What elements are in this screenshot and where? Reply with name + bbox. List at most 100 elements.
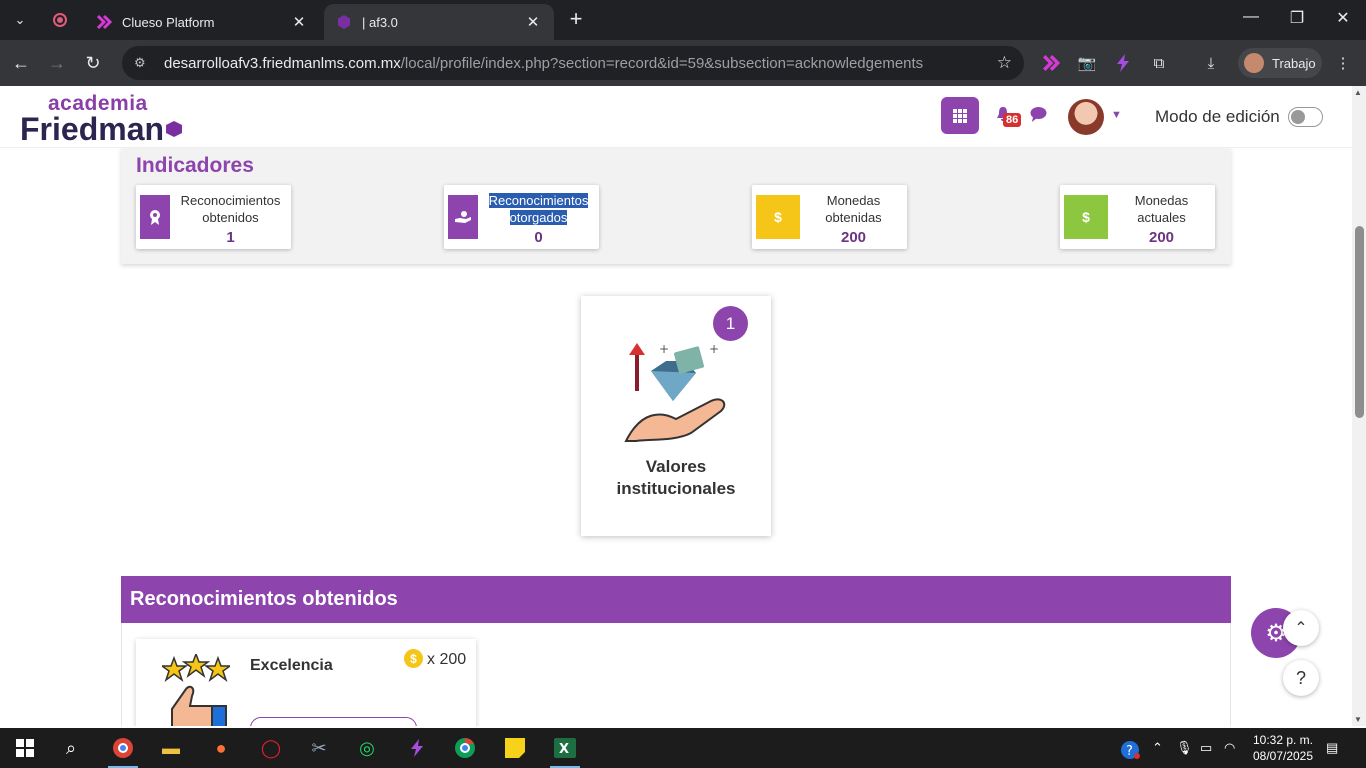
address-bar[interactable]: ⚙ desarrolloafv3.friedmanlms.com.mx/loca… bbox=[122, 46, 1024, 80]
svg-text:+: + bbox=[709, 342, 719, 356]
indicators-panel: Indicadores Reconocimientos obtenidos 1 … bbox=[121, 148, 1231, 264]
indicator-value: 200 bbox=[1148, 229, 1175, 246]
logo-hexagon-icon bbox=[166, 121, 183, 137]
recording-icon[interactable] bbox=[48, 8, 72, 32]
new-tab-icon[interactable]: + bbox=[562, 6, 590, 32]
notification-center-icon[interactable]: ▤ bbox=[1326, 740, 1338, 756]
camera-extension-icon[interactable]: 📷 bbox=[1076, 52, 1098, 74]
hand-giving-icon bbox=[448, 195, 478, 239]
chrome-icon[interactable] bbox=[450, 734, 480, 762]
help-button[interactable]: ? bbox=[1283, 660, 1319, 696]
chrome-profile-app-icon[interactable] bbox=[108, 734, 138, 768]
tab-clueso-platform[interactable]: Clueso Platform ✕ bbox=[84, 4, 320, 40]
bolt-app-icon[interactable] bbox=[402, 734, 432, 762]
profile-button[interactable]: Trabajo bbox=[1238, 48, 1322, 78]
acknowledgement-action-button[interactable] bbox=[250, 717, 417, 726]
file-explorer-icon[interactable]: ▬ bbox=[156, 734, 186, 762]
opera-icon[interactable]: ◯ bbox=[256, 734, 286, 762]
scroll-to-top-button[interactable]: ⌃ bbox=[1283, 610, 1319, 646]
scrollbar-thumb[interactable] bbox=[1355, 226, 1364, 418]
battery-icon[interactable]: ▭ bbox=[1200, 740, 1212, 756]
stars-thumbs-up-icon bbox=[162, 654, 230, 726]
indicator-card-received: Reconocimientos obtenidos 1 bbox=[136, 185, 291, 249]
close-window-icon[interactable]: ✕ bbox=[1320, 8, 1366, 28]
user-menu-chevron-icon[interactable]: ▼ bbox=[1111, 109, 1122, 121]
close-tab-icon[interactable]: ✕ bbox=[290, 13, 308, 31]
clueso-extension-icon[interactable] bbox=[1040, 52, 1062, 74]
dollar-icon: $ bbox=[1064, 195, 1108, 239]
reload-icon[interactable]: ↻ bbox=[80, 50, 106, 76]
user-avatar[interactable] bbox=[1068, 99, 1104, 135]
url-host: desarrolloafv3.friedmanlms.com.mx bbox=[164, 54, 401, 72]
search-icon[interactable]: ⌕ bbox=[56, 734, 86, 762]
notifications-count-badge: 86 bbox=[1003, 113, 1022, 127]
indicator-value: 0 bbox=[534, 229, 543, 246]
acknowledgement-name: Excelencia bbox=[250, 657, 333, 674]
indicator-label: Monedas actuales bbox=[1134, 193, 1189, 225]
clock-date: 08/07/2025 bbox=[1252, 749, 1314, 763]
received-section-title: Reconocimientos obtenidos bbox=[130, 588, 398, 610]
scroll-down-arrow-icon[interactable]: ▼ bbox=[1354, 715, 1362, 724]
site-header: academia Friedman 86 ▼ Modo de edición bbox=[0, 86, 1352, 148]
wifi-icon[interactable]: ◠ bbox=[1224, 740, 1235, 756]
tab-title: | af3.0 bbox=[362, 14, 398, 30]
indicator-card-coins-current: $ Monedas actuales 200 bbox=[1060, 185, 1215, 249]
windows-taskbar: ⌕ ▬ ● ◯ ✂ ◎ X ? ⌃ 🎙 ▭ ◠ 10:32 p. m. 08/0… bbox=[0, 728, 1366, 768]
edit-mode-label: Modo de edición bbox=[1155, 107, 1280, 126]
indicators-title: Indicadores bbox=[136, 154, 254, 177]
tab-search-chevron-icon[interactable]: ⌄ bbox=[8, 8, 32, 32]
received-section-header: Reconocimientos obtenidos bbox=[121, 576, 1231, 623]
award-icon bbox=[140, 195, 170, 239]
svg-text:X: X bbox=[559, 742, 569, 757]
browser-tab-bar: ⌄ Clueso Platform ✕ | af3.0 ✕ + — ❐ ✕ bbox=[0, 0, 1366, 40]
toggle-knob bbox=[1291, 110, 1305, 124]
bolt-extension-icon[interactable] bbox=[1112, 52, 1134, 74]
academia-friedman-logo[interactable]: academia Friedman bbox=[20, 93, 183, 147]
indicator-label: Reconocimientos obtenidos bbox=[180, 193, 281, 225]
messages-chat-icon[interactable] bbox=[1030, 106, 1047, 127]
dollar-icon: $ bbox=[756, 195, 800, 239]
download-icon[interactable]: ⤓ bbox=[1200, 52, 1222, 74]
close-tab-icon[interactable]: ✕ bbox=[524, 13, 542, 31]
apps-grid-button[interactable] bbox=[941, 97, 979, 134]
hand-with-gem-icon: + + bbox=[624, 342, 726, 442]
coin-multiplier: x 200 bbox=[427, 651, 467, 668]
grid-icon bbox=[953, 108, 967, 123]
site-info-icon[interactable]: ⚙ bbox=[134, 55, 154, 71]
clueso-favicon-icon bbox=[96, 14, 112, 30]
back-icon[interactable]: ← bbox=[8, 50, 34, 76]
sticky-notes-icon[interactable] bbox=[500, 734, 530, 762]
tab-title: Clueso Platform bbox=[122, 14, 215, 30]
values-card-title: Valores institucionales bbox=[616, 457, 736, 498]
logo-bottom-text: Friedman bbox=[20, 111, 165, 147]
clock-time: 10:32 p. m. bbox=[1252, 733, 1314, 747]
indicator-label: Monedas obtenidas bbox=[825, 193, 882, 225]
acknowledgement-card[interactable]: Excelencia $ x 200 bbox=[136, 639, 476, 726]
microphone-icon[interactable]: 🎙 bbox=[1176, 740, 1193, 756]
whatsapp-icon[interactable]: ◎ bbox=[352, 734, 382, 762]
excel-icon[interactable]: X bbox=[550, 734, 580, 768]
profile-avatar bbox=[1244, 53, 1264, 73]
values-category-card[interactable]: 1 + + Valores institucionales bbox=[581, 296, 771, 536]
page-scrollbar[interactable]: ▲ ▼ bbox=[1352, 86, 1366, 726]
windows-start-icon[interactable] bbox=[10, 734, 40, 762]
bookmark-star-icon[interactable]: ☆ bbox=[997, 53, 1012, 73]
svg-text:+: + bbox=[659, 342, 669, 356]
restore-icon[interactable]: ❐ bbox=[1274, 8, 1320, 28]
extensions-puzzle-icon[interactable]: ⧉ bbox=[1148, 52, 1170, 74]
scroll-up-arrow-icon[interactable]: ▲ bbox=[1354, 88, 1362, 97]
show-hidden-icons-chevron-icon[interactable]: ⌃ bbox=[1152, 740, 1163, 756]
firefox-icon[interactable]: ● bbox=[206, 734, 236, 762]
af3-favicon-icon bbox=[336, 14, 352, 30]
indicator-card-given: Reconocimientos otorgados 0 bbox=[444, 185, 599, 249]
help-tray-icon[interactable]: ? bbox=[1120, 740, 1140, 763]
profile-label: Trabajo bbox=[1272, 55, 1316, 71]
forward-icon[interactable]: → bbox=[44, 50, 70, 76]
page-viewport: academia Friedman 86 ▼ Modo de edición I… bbox=[0, 86, 1352, 726]
taskbar-clock[interactable]: 10:32 p. m. 08/07/2025 bbox=[1248, 732, 1318, 764]
edit-mode-toggle[interactable] bbox=[1288, 107, 1323, 127]
snipping-tool-icon[interactable]: ✂ bbox=[304, 734, 334, 762]
tab-af3[interactable]: | af3.0 ✕ bbox=[324, 4, 554, 40]
browser-menu-icon[interactable]: ⋮ bbox=[1332, 52, 1354, 74]
minimize-icon[interactable]: — bbox=[1228, 8, 1274, 26]
